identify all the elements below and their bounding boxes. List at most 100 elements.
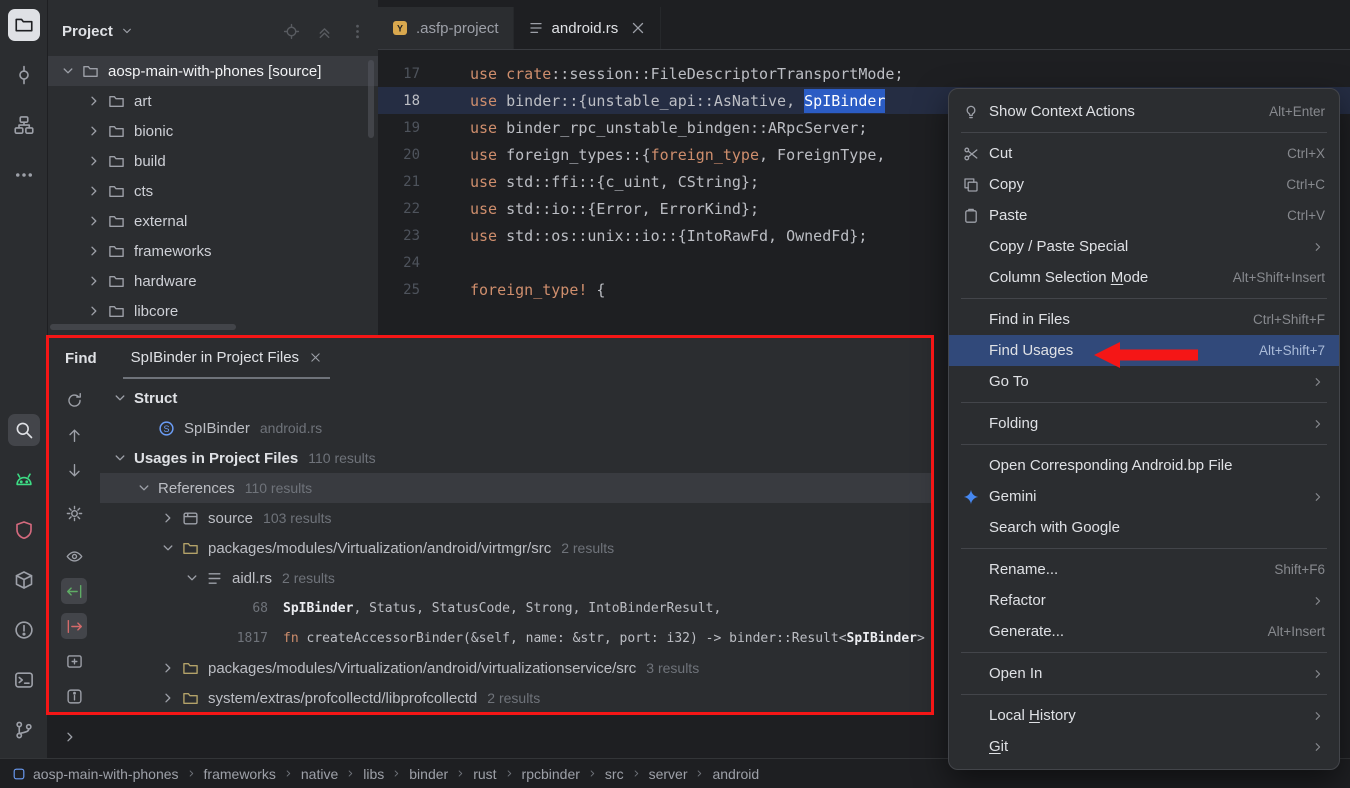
tree-item[interactable]: bionic <box>48 116 378 146</box>
terminal-tool-icon[interactable] <box>8 664 40 696</box>
problems-tool-icon[interactable] <box>8 614 40 646</box>
menu-item-copy-paste-special[interactable]: Copy / Paste Special <box>949 231 1339 262</box>
device-manager-tool-icon[interactable] <box>8 564 40 596</box>
project-panel-title[interactable]: Project <box>62 23 113 40</box>
structure-tool-icon[interactable] <box>8 109 40 141</box>
menu-item-open-corresponding-android-bp-file[interactable]: Open Corresponding Android.bp File <box>949 450 1339 481</box>
chevron-right-icon[interactable] <box>86 243 102 259</box>
line-number[interactable]: 18 <box>378 93 430 109</box>
line-number[interactable]: 25 <box>378 282 430 298</box>
result-tree-item[interactable]: References110 results <box>100 473 934 503</box>
result-line[interactable]: 1817fn createAccessorBinder(&self, name:… <box>100 623 934 653</box>
breadcrumb-item[interactable]: android <box>712 766 759 782</box>
result-tree-item[interactable]: system/extras/profcollectd/libprofcollec… <box>100 683 934 713</box>
project-tool-icon[interactable] <box>8 9 40 41</box>
menu-item-local-history[interactable]: Local History <box>949 700 1339 731</box>
close-icon[interactable] <box>309 351 322 364</box>
locate-file-icon[interactable] <box>283 23 300 40</box>
menu-item-refactor[interactable]: Refactor <box>949 585 1339 616</box>
menu-item-gemini[interactable]: Gemini <box>949 481 1339 512</box>
close-icon[interactable] <box>630 20 646 36</box>
chevron-right-icon[interactable] <box>62 729 78 745</box>
project-scrollbar-vertical[interactable] <box>368 60 374 138</box>
line-number[interactable]: 17 <box>378 66 430 82</box>
collapse-all-icon[interactable] <box>316 23 333 40</box>
menu-item-column-selection-mode[interactable]: Column Selection ModeAlt+Shift+Insert <box>949 262 1339 293</box>
previous-occurrence-icon[interactable] <box>61 422 87 448</box>
menu-item-go-to[interactable]: Go To <box>949 366 1339 397</box>
open-in-new-tab-icon[interactable] <box>61 648 87 674</box>
tree-item[interactable]: hardware <box>48 266 378 296</box>
result-tree-item[interactable]: SSpIBinderandroid.rs <box>100 413 934 443</box>
more-options-icon[interactable] <box>349 23 366 40</box>
result-tree-item[interactable]: aidl.rs2 results <box>100 563 934 593</box>
chevron-down-icon[interactable] <box>160 540 176 556</box>
menu-item-generate[interactable]: Generate...Alt+Insert <box>949 616 1339 647</box>
project-scrollbar-horizontal[interactable] <box>50 324 236 330</box>
chevron-right-icon[interactable] <box>86 213 102 229</box>
editor-tab-android-rs[interactable]: android.rs <box>514 7 662 49</box>
chevron-right-icon[interactable] <box>86 153 102 169</box>
line-number[interactable]: 24 <box>378 255 430 271</box>
breadcrumb-item[interactable]: server <box>649 766 688 782</box>
breadcrumb-item[interactable]: native <box>301 766 338 782</box>
app-insights-tool-icon[interactable] <box>8 514 40 546</box>
tree-item[interactable]: art <box>48 86 378 116</box>
breadcrumb-item[interactable]: libs <box>363 766 384 782</box>
code-line[interactable]: 17use crate::session::FileDescriptorTran… <box>378 60 1350 87</box>
settings-icon[interactable] <box>61 500 87 526</box>
find-tool-icon[interactable] <box>8 414 40 446</box>
commit-tool-icon[interactable] <box>8 59 40 91</box>
line-number[interactable]: 21 <box>378 174 430 190</box>
tree-item[interactable]: libcore <box>48 296 378 326</box>
chevron-right-icon[interactable] <box>86 303 102 319</box>
chevron-right-icon[interactable] <box>160 660 176 676</box>
editor-tab--asfp-project[interactable]: Y.asfp-project <box>378 7 514 49</box>
breadcrumb-item[interactable]: rpcbinder <box>522 766 580 782</box>
open-in-editor-icon[interactable] <box>61 613 87 639</box>
breadcrumb-item[interactable]: binder <box>409 766 448 782</box>
result-tree-item[interactable]: source103 results <box>100 503 934 533</box>
menu-item-rename[interactable]: Rename...Shift+F6 <box>949 554 1339 585</box>
chevron-right-icon[interactable] <box>86 93 102 109</box>
menu-item-cut[interactable]: CutCtrl+X <box>949 138 1339 169</box>
chevron-down-icon[interactable] <box>136 480 152 496</box>
logcat-tool-icon[interactable] <box>8 464 40 496</box>
tree-item[interactable]: cts <box>48 176 378 206</box>
chevron-right-icon[interactable] <box>160 690 176 706</box>
menu-item-search-with-google[interactable]: Search with Google <box>949 512 1339 543</box>
menu-item-paste[interactable]: PasteCtrl+V <box>949 200 1339 231</box>
menu-item-open-in[interactable]: Open In <box>949 658 1339 689</box>
breadcrumb-item[interactable]: aosp-main-with-phones <box>33 766 179 782</box>
menu-item-show-context-actions[interactable]: Show Context ActionsAlt+Enter <box>949 96 1339 127</box>
breadcrumb-item[interactable]: src <box>605 766 624 782</box>
chevron-down-icon[interactable] <box>60 63 76 79</box>
menu-item-copy[interactable]: CopyCtrl+C <box>949 169 1339 200</box>
help-info-icon[interactable] <box>61 683 87 709</box>
chevron-right-icon[interactable] <box>86 123 102 139</box>
tree-item[interactable]: build <box>48 146 378 176</box>
breadcrumb-item[interactable]: frameworks <box>204 766 276 782</box>
tree-item[interactable]: frameworks <box>48 236 378 266</box>
result-tree-item[interactable]: Struct <box>100 383 934 413</box>
tree-item-root[interactable]: aosp-main-with-phones [source] <box>48 56 378 86</box>
result-tree-item[interactable]: Usages in Project Files110 results <box>100 443 934 473</box>
chevron-down-icon[interactable] <box>184 570 200 586</box>
line-number[interactable]: 22 <box>378 201 430 217</box>
breadcrumb-item[interactable]: rust <box>473 766 496 782</box>
version-control-tool-icon[interactable] <box>8 714 40 746</box>
autoscroll-to-source-icon[interactable] <box>61 578 87 604</box>
chevron-down-icon[interactable] <box>112 390 128 406</box>
menu-item-find-in-files[interactable]: Find in FilesCtrl+Shift+F <box>949 304 1339 335</box>
rerun-search-icon[interactable] <box>61 387 87 413</box>
line-number[interactable]: 20 <box>378 147 430 163</box>
next-occurrence-icon[interactable] <box>61 457 87 483</box>
chevron-right-icon[interactable] <box>86 183 102 199</box>
find-results-tab[interactable]: SpIBinder in Project Files <box>123 337 330 379</box>
menu-item-find-usages[interactable]: Find UsagesAlt+Shift+7 <box>949 335 1339 366</box>
chevron-right-icon[interactable] <box>160 510 176 526</box>
chevron-down-icon[interactable] <box>112 450 128 466</box>
tree-item[interactable]: external <box>48 206 378 236</box>
preview-usages-icon[interactable] <box>61 543 87 569</box>
menu-item-folding[interactable]: Folding <box>949 408 1339 439</box>
